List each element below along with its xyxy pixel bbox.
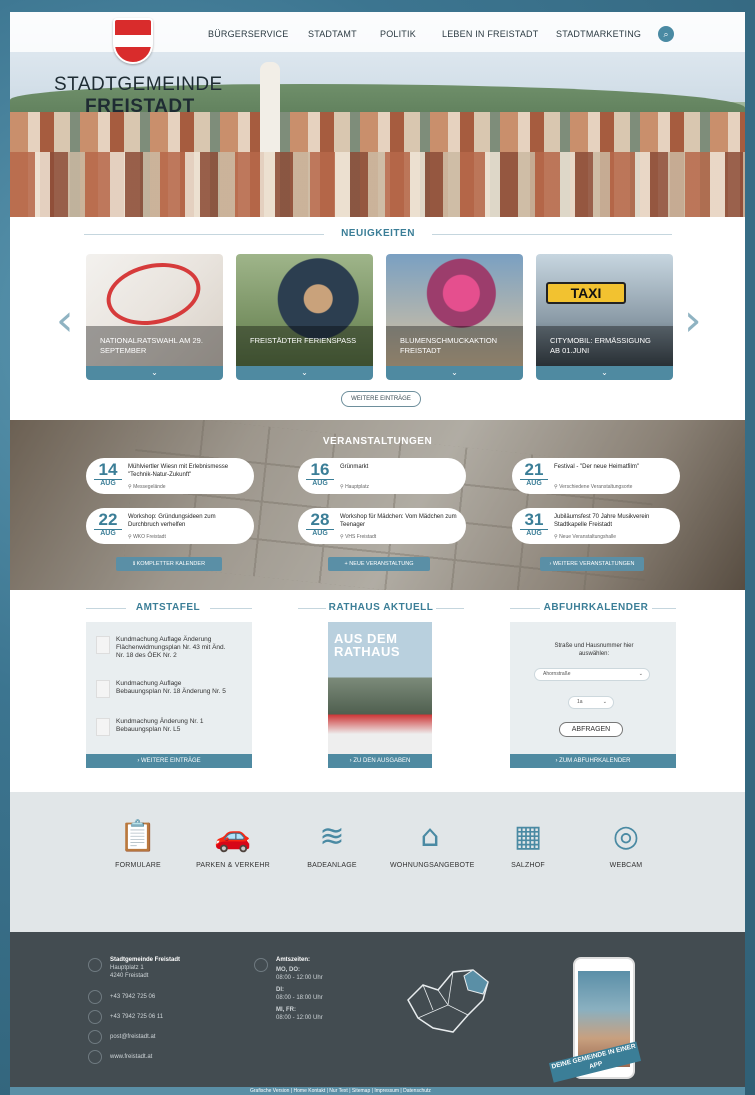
event-item[interactable]: 22 AUG Workshop: Gründungsideen zum Durc…: [86, 508, 254, 544]
footer-city: 4240 Freistadt: [110, 973, 149, 979]
nav-item-stadtmarketing[interactable]: STADTMARKETING: [556, 29, 641, 39]
events-heading: VERANSTALTUNGEN: [322, 436, 433, 447]
event-location: ⚲ Verschiedene Veranstaltungsorte: [554, 484, 633, 490]
search-icon[interactable]: ⌕: [658, 26, 674, 42]
mail-icon: [88, 1030, 102, 1044]
document-icon: [96, 636, 110, 654]
amtstafel-panel: Kundmachung Auflage Änderung Flächenwidm…: [86, 622, 252, 768]
event-item[interactable]: 16 AUG Grünmarkt ⚲ Hauptplatz: [298, 458, 466, 494]
chevron-down-icon[interactable]: ⌄: [86, 366, 223, 380]
chevron-down-icon[interactable]: ⌄: [536, 366, 673, 380]
news-card[interactable]: FREISTÄDTER FERIENSPASS ⌄: [236, 254, 373, 380]
footer-fax: +43 7942 725 06 11: [110, 1014, 164, 1020]
news-caption: CITYMOBIL: ERMÄSSIGUNG AB 01.JUNI: [536, 326, 673, 366]
news-caption: FREISTÄDTER FERIENSPASS: [236, 326, 373, 366]
form-icon: 📋: [119, 819, 157, 854]
magazine-cover[interactable]: AUS DEM RATHAUS: [328, 622, 432, 754]
region-map[interactable]: [398, 960, 498, 1040]
event-item[interactable]: 31 AUG Jubiläumsfest 70 Jahre Musikverei…: [512, 508, 680, 544]
amtstafel-item[interactable]: Kundmachung Änderung Nr. 1 Bebauungsplan…: [116, 718, 226, 734]
amtstafel-more-button[interactable]: › WEITERE EINTRÄGE: [86, 754, 252, 768]
footer-web[interactable]: www.freistadt.at: [110, 1053, 152, 1061]
abfuhr-heading: ABFUHRKALENDER: [543, 602, 649, 613]
footer-street: Hauptplatz 1: [110, 965, 144, 971]
house-icon: ⌂: [420, 819, 440, 854]
footer-links[interactable]: Grafische Version | Home Kontakt | Nur T…: [250, 1087, 431, 1095]
nav-item-leben-in-freistadt[interactable]: LEBEN IN FREISTADT: [442, 29, 538, 39]
calendar-icon: ▦: [513, 819, 543, 854]
abfuhr-instructions: Straße und Hausnummer hier auswählen:: [554, 643, 634, 657]
amtstafel-item[interactable]: Kundmachung Auflage Änderung Flächenwidm…: [116, 636, 226, 660]
event-location: ⚲ WKO Freistadt: [128, 534, 166, 540]
news-caption: BLUMENSCHMUCKAKTION FREISTADT: [386, 326, 523, 366]
news-card[interactable]: TAXI CITYMOBIL: ERMÄSSIGUNG AB 01.JUNI ⌄: [536, 254, 673, 380]
chevron-down-icon[interactable]: ⌄: [236, 366, 373, 380]
document-icon: [96, 680, 110, 698]
webcam-icon: ◎: [612, 819, 640, 854]
nav-item-politik[interactable]: POLITIK: [380, 29, 416, 39]
taxi-sign: TAXI: [546, 282, 626, 304]
coat-of-arms-logo[interactable]: [113, 18, 153, 64]
quick-link-parken[interactable]: 🚗 PARKEN & VERKEHR: [193, 817, 273, 869]
footer-name: Stadtgemeinde Freistadt: [110, 957, 181, 963]
more-events-button[interactable]: › WEITERE VERANSTALTUNGEN: [540, 557, 644, 571]
clock-icon: [254, 958, 268, 972]
query-button[interactable]: ABFRAGEN: [559, 722, 623, 737]
event-title: Festival - "Der neue Heimatfilm": [554, 464, 639, 470]
quick-link-webcam[interactable]: ◎ WEBCAM: [586, 817, 666, 869]
issues-button[interactable]: › ZU DEN AUSGABEN: [328, 754, 432, 768]
chevron-down-icon: ⌄: [602, 699, 607, 705]
event-item[interactable]: 14 AUG Mühlviertler Wiesn mit Erlebnisme…: [86, 458, 254, 494]
event-title: Workshop für Mädchen: Vom Mädchen zum Te…: [340, 514, 457, 528]
abfuhr-calendar-button[interactable]: › ZUM ABFUHRKALENDER: [510, 754, 676, 768]
document-icon: [96, 718, 110, 736]
prev-arrow-icon[interactable]: ‹: [56, 295, 74, 346]
quick-link-badeanlage[interactable]: ≋ BADEANLAGE: [292, 817, 372, 869]
chevron-down-icon[interactable]: ⌄: [386, 366, 523, 380]
amtstafel-item[interactable]: Kundmachung Auflage Bebauungsplan Nr. 18…: [116, 680, 226, 696]
parking-icon: 🚗: [214, 819, 252, 854]
footer-phone[interactable]: +43 7942 725 06: [110, 993, 155, 1001]
street-select[interactable]: Ahornstraße ⌄: [534, 668, 650, 681]
bath-icon: ≋: [319, 819, 345, 854]
news-card[interactable]: BLUMENSCHMUCKAKTION FREISTADT ⌄: [386, 254, 523, 380]
new-event-button[interactable]: + NEUE VERANSTALTUNG: [328, 557, 430, 571]
news-heading: NEUIGKEITEN: [341, 228, 415, 239]
rathaus-heading: RATHAUS AKTUELL: [328, 602, 434, 613]
quick-link-wohnungen[interactable]: ⌂ WOHNUNGSANGEBOTE: [390, 817, 474, 869]
next-arrow-icon[interactable]: ›: [684, 295, 702, 346]
abfuhr-panel: Straße und Hausnummer hier auswählen: Ah…: [510, 622, 676, 768]
quick-link-formulare[interactable]: 📋 FORMULARE: [98, 817, 178, 869]
brand-title-line2[interactable]: FREISTADT: [85, 96, 195, 118]
fax-icon: [88, 1010, 102, 1024]
brand-title-line1[interactable]: STADTGEMEINDE: [54, 74, 223, 96]
footer-email[interactable]: post@freistadt.at: [110, 1033, 155, 1041]
news-card[interactable]: NATIONALRATSWAHL AM 29. SEPTEMBER ⌄: [86, 254, 223, 380]
location-icon: [88, 958, 102, 972]
event-item[interactable]: 28 AUG Workshop für Mädchen: Vom Mädchen…: [298, 508, 466, 544]
page: BÜRGERSERVICE STADTAMT POLITIK LEBEN IN …: [10, 12, 745, 1095]
amtstafel-heading: AMTSTAFEL: [135, 602, 201, 613]
event-location: ⚲ VHS Freistadt: [340, 534, 377, 540]
more-news-button[interactable]: WEITERE EINTRÄGE: [341, 391, 421, 407]
quick-link-salzhof[interactable]: ▦ SALZHOF: [488, 817, 568, 869]
full-calendar-button[interactable]: ℹ KOMPLETTER KALENDER: [116, 557, 222, 571]
chevron-down-icon: ⌄: [638, 671, 643, 677]
nav-item-buergerservice[interactable]: BÜRGERSERVICE: [208, 29, 288, 39]
event-title: Jubiläumsfest 70 Jahre Musikverein Stadt…: [554, 514, 650, 528]
nav-item-stadtamt[interactable]: STADTAMT: [308, 29, 357, 39]
event-item[interactable]: 21 AUG Festival - "Der neue Heimatfilm" …: [512, 458, 680, 494]
event-location: ⚲ Messegelände: [128, 484, 166, 490]
event-location: ⚲ Neue Veranstaltungshalle: [554, 534, 617, 540]
event-title: Workshop: Gründungsideen zum Durchbruch …: [128, 514, 216, 528]
number-select[interactable]: 1a ⌄: [568, 696, 614, 709]
phone-icon: [88, 990, 102, 1004]
news-caption: NATIONALRATSWAHL AM 29. SEPTEMBER: [86, 326, 223, 366]
church-tower: [260, 62, 280, 152]
event-location: ⚲ Hauptplatz: [340, 484, 369, 490]
event-title: Grünmarkt: [340, 464, 369, 470]
globe-icon: [88, 1050, 102, 1064]
event-title: Mühlviertler Wiesn mit Erlebnismesse "Te…: [128, 464, 229, 478]
